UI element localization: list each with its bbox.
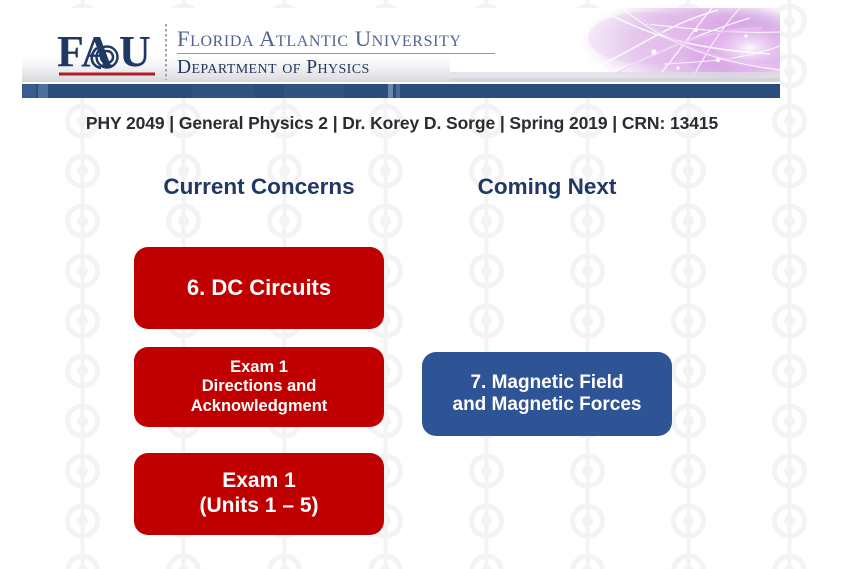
course-info-line: PHY 2049 | General Physics 2 | Dr. Korey… <box>85 113 719 133</box>
topic-line: and Magnetic Forces <box>452 394 642 415</box>
university-rule <box>177 53 495 54</box>
topic-line: Acknowledgment <box>190 396 328 415</box>
banner-blue-bar <box>22 84 780 98</box>
topic-line: Exam 1 <box>222 469 296 493</box>
topic-line: 6. DC Circuits <box>186 275 332 301</box>
topic-box-magnetic-field[interactable]: 7. Magnetic Field and Magnetic Forces <box>422 352 672 436</box>
topic-box-exam1-directions[interactable]: Exam 1 Directions and Acknowledgment <box>134 347 384 427</box>
column-heading-coming-next: Coming Next <box>477 174 617 199</box>
topic-line: (Units 1 – 5) <box>199 494 319 517</box>
topic-box-dc-circuits[interactable]: 6. DC Circuits <box>134 247 384 329</box>
topic-box-exam1-units[interactable]: Exam 1 (Units 1 – 5) <box>134 453 384 535</box>
fau-header-banner: F A U Florida Atlantic University Depart… <box>22 8 780 98</box>
university-identity: Florida Atlantic University Department o… <box>177 26 597 79</box>
svg-text:U: U <box>119 28 150 76</box>
topic-line: Exam 1 <box>230 357 288 376</box>
column-heading-current-concerns: Current Concerns <box>163 174 355 199</box>
fau-owl-logo: F A U <box>57 27 165 80</box>
topic-line: Directions and <box>201 377 317 396</box>
university-name: Florida Atlantic University <box>177 26 462 51</box>
logo-divider <box>165 24 167 80</box>
slide-page: F A U Florida Atlantic University Depart… <box>0 0 854 569</box>
svg-text:F: F <box>57 28 83 76</box>
department-name: Department of Physics <box>177 57 370 78</box>
topic-line: 7. Magnetic Field <box>470 371 624 393</box>
